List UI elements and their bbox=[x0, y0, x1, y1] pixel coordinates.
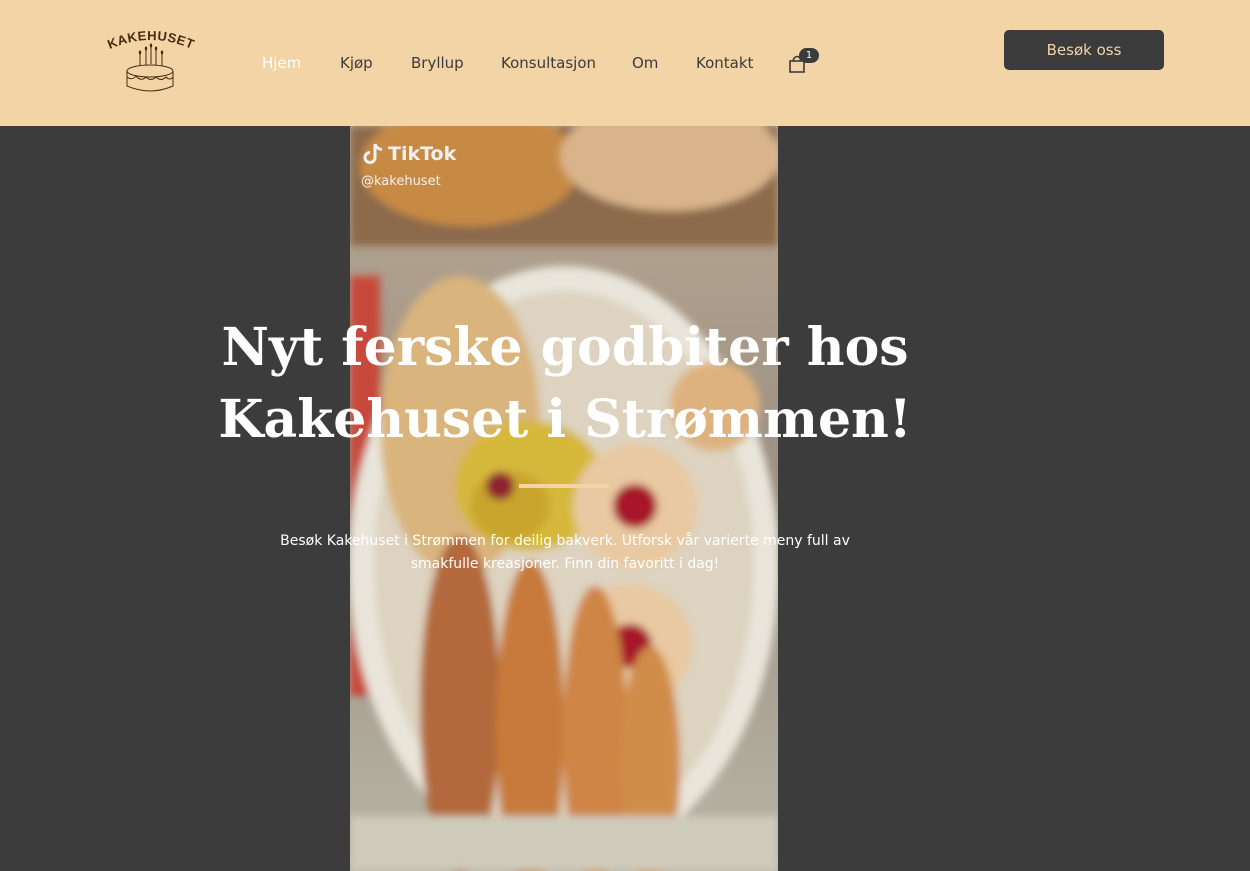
nav-item-bryllup[interactable]: Bryllup bbox=[411, 54, 464, 72]
tiktok-handle[interactable]: @kakehuset bbox=[361, 174, 441, 189]
tiktok-wordmark: TikTok bbox=[388, 143, 457, 165]
tiktok-brand: TikTok bbox=[362, 142, 456, 166]
nav-item-kontakt[interactable]: Kontakt bbox=[696, 54, 753, 72]
nav-item-kjop[interactable]: Kjøp bbox=[340, 54, 373, 72]
pastry-video-frame bbox=[350, 126, 778, 871]
cart-button[interactable]: 1 bbox=[788, 48, 822, 78]
tiktok-icon bbox=[363, 143, 383, 164]
hero-headline: Nyt ferske godbiter hos Kakehuset i Strø… bbox=[218, 317, 912, 450]
hero-section: TikTok @kakehuset Nyt ferske godbiter ho… bbox=[0, 126, 1250, 871]
nav-item-om[interactable]: Om bbox=[632, 54, 658, 72]
cart-count-badge: 1 bbox=[799, 48, 819, 63]
hero-divider bbox=[519, 484, 609, 488]
hero-subtext: Besøk Kakehuset i Strømmen for deilig ba… bbox=[280, 533, 850, 572]
besok-oss-button[interactable]: Besøk oss bbox=[1004, 30, 1164, 70]
tiktok-video[interactable]: TikTok @kakehuset bbox=[350, 126, 778, 871]
nav-item-konsultasjon[interactable]: Konsultasjon bbox=[501, 54, 596, 72]
site-header: KAKEHUSET Hjem Kjøp Bryllup Konsultasjon… bbox=[0, 0, 1250, 126]
nav-item-hjem[interactable]: Hjem bbox=[262, 54, 301, 72]
